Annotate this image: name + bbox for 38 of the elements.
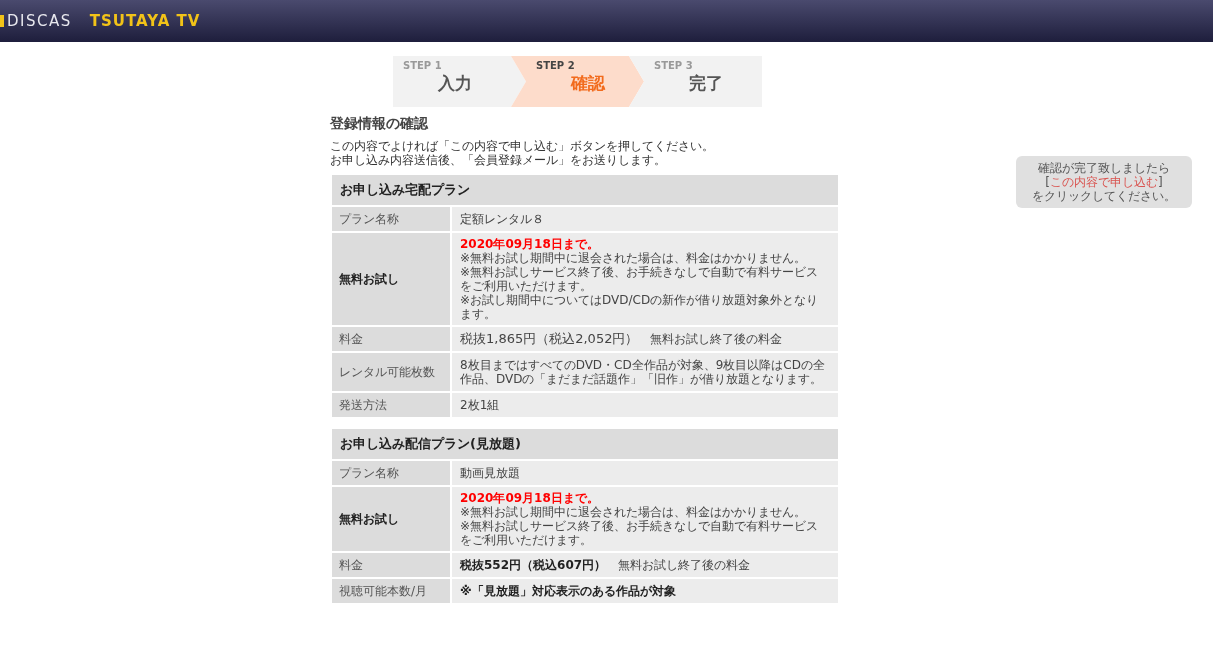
row-label: レンタル可能枚数 (331, 352, 451, 392)
trial-note: ※無料お試しサービス終了後、お手続きなしで自動で有料サービスをご利用いただけます。 (460, 519, 820, 547)
row-label: 料金 (331, 326, 451, 352)
row-label: プラン名称 (331, 206, 451, 232)
trial-note: ※お試し期間中についてはDVD/CDの新作が借り放題対象外となります。 (460, 293, 820, 321)
fee-price: 税抜1,865円（税込2,052円） (460, 331, 639, 346)
trial-deadline: 2020年09月18日まで。 (460, 237, 600, 251)
trial-deadline: 2020年09月18日まで。 (460, 491, 600, 505)
plan-heading: お申し込み宅配プラン (331, 174, 839, 206)
brand-logo[interactable]: DISCAS (7, 12, 72, 30)
trial-note: ※無料お試し期間中に退会された場合は、料金はかかりません。 (460, 505, 808, 519)
intro-text: この内容でよければ「この内容で申し込む」ボタンを押してください。 (330, 139, 715, 153)
row-value: ※「見放題」対応表示のある作品が対象 (451, 578, 839, 604)
trial-note: ※無料お試し期間中に退会された場合は、料金はかかりません。 (460, 251, 808, 265)
row-label: 無料お試し (331, 232, 451, 326)
trial-note: ※無料お試しサービス終了後、お手続きなしで自動で有料サービスをご利用いただけます。 (460, 265, 820, 293)
step-indicator: STEP 3 完了 (629, 56, 762, 107)
row-value: 動画見放題 (451, 460, 839, 486)
row-label: 発送方法 (331, 392, 451, 418)
hint-text: 確認が完了致しましたら (1038, 161, 1170, 175)
page-title: 登録情報の確認 (330, 115, 429, 133)
fee-price: 税抜552円（税込607円） (460, 558, 607, 572)
row-value: 8枚目まではすべてのDVD・CD全作品が対象、9枚目以降はCDの全作品、DVDの「まだまだ話題作」「旧作」が借り放題となります。 (451, 352, 839, 392)
row-label: 視聴可能本数/月 (331, 578, 451, 604)
row-value: 定額レンタル８ (451, 206, 839, 232)
row-label: 無料お試し (331, 486, 451, 552)
bracket-text: [ (1045, 175, 1050, 189)
bracket-text: ] (1158, 175, 1163, 189)
row-label: 料金 (331, 552, 451, 578)
hint-text: をクリックしてください。 (1032, 189, 1176, 203)
row-label: プラン名称 (331, 460, 451, 486)
intro-text: お申し込み内容送信後、「会員登録メール」をお送りします。 (330, 153, 667, 167)
fee-note: 無料お試し終了後の料金 (650, 332, 783, 346)
fee-note: 無料お試し終了後の料金 (618, 558, 751, 572)
brand-logo[interactable]: TSUTAYA TV (89, 12, 201, 30)
logo-mark-icon (0, 15, 4, 27)
plan-heading: お申し込み配信プラン(見放題) (331, 428, 839, 460)
row-value: 2枚1組 (451, 392, 839, 418)
